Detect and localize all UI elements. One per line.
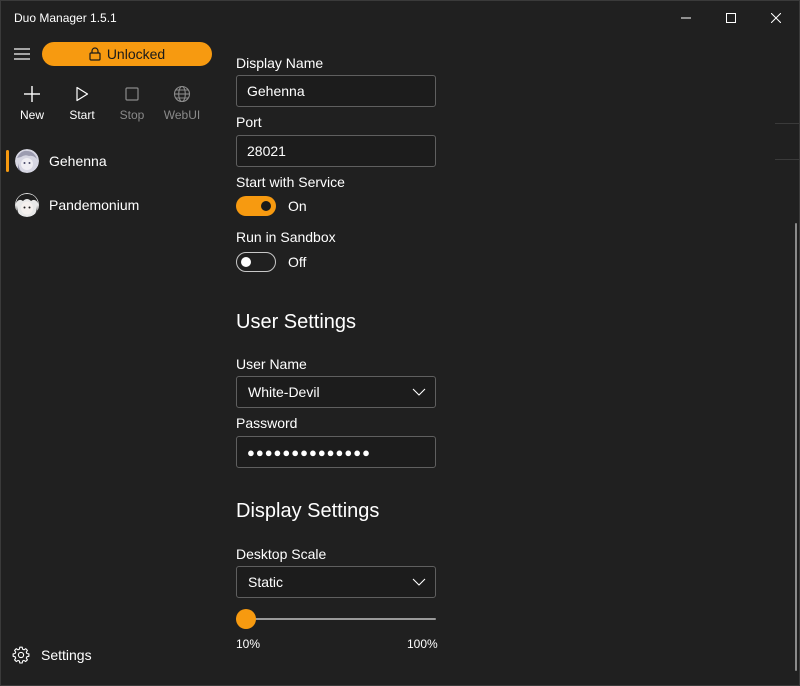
webui-button[interactable]: WebUI: [157, 83, 207, 127]
settings-button[interactable]: Settings: [12, 646, 92, 664]
minimize-icon: [681, 17, 691, 19]
stop-label: Stop: [119, 108, 145, 122]
server-item-gehenna[interactable]: Gehenna: [1, 139, 222, 183]
desktop-scale-dropdown[interactable]: Static: [236, 566, 436, 598]
new-server-button[interactable]: New: [7, 83, 57, 127]
slider-track: [236, 618, 436, 620]
server-toolbar: New Start Stop WebUI: [7, 83, 207, 127]
port-field[interactable]: 28021: [236, 135, 436, 167]
toggle-knob: [241, 257, 251, 267]
lock-label: Unlocked: [106, 46, 166, 62]
window-title: Duo Manager 1.5.1: [14, 11, 117, 25]
settings-label: Settings: [41, 647, 92, 663]
maximize-icon: [726, 13, 736, 23]
stop-server-button[interactable]: Stop: [107, 83, 157, 127]
start-with-service-toggle[interactable]: [236, 196, 276, 216]
start-with-service-row: On: [236, 196, 307, 216]
vertical-scrollbar[interactable]: [795, 223, 797, 671]
port-value: 28021: [247, 143, 286, 159]
avatar: [15, 149, 39, 173]
chevron-down-icon: [412, 388, 426, 396]
desktop-scale-value: Static: [248, 574, 284, 590]
toggle-knob: [261, 201, 271, 211]
close-icon: [771, 13, 781, 23]
gear-icon: [12, 646, 30, 664]
run-in-sandbox-state: Off: [288, 254, 307, 270]
stop-icon: [125, 83, 139, 105]
server-list: Gehenna Pandemonium: [1, 139, 222, 227]
unlock-icon: [89, 47, 101, 61]
password-label: Password: [236, 415, 298, 431]
sidebar: Unlocked New Start Stop WebUI Gehenna Pa…: [1, 35, 222, 685]
display-name-value: Gehenna: [247, 83, 305, 99]
password-value: ●●●●●●●●●●●●●●: [247, 444, 371, 460]
webui-label: WebUI: [163, 108, 201, 122]
port-label: Port: [236, 114, 262, 130]
play-icon: [75, 83, 89, 105]
hamburger-icon: [14, 48, 30, 60]
run-in-sandbox-toggle[interactable]: [236, 252, 276, 272]
slider-max-label: 100%: [407, 637, 438, 651]
user-name-value: White-Devil: [248, 384, 320, 400]
maximize-button[interactable]: [708, 1, 754, 35]
desktop-scale-slider[interactable]: [236, 608, 436, 630]
display-name-field[interactable]: Gehenna: [236, 75, 436, 107]
run-in-sandbox-label: Run in Sandbox: [236, 229, 336, 245]
new-label: New: [19, 108, 44, 122]
server-name: Gehenna: [49, 153, 107, 169]
slider-thumb[interactable]: [236, 609, 256, 629]
display-settings-heading: Display Settings: [236, 500, 380, 522]
desktop-scale-label: Desktop Scale: [236, 546, 327, 562]
divider: [775, 159, 799, 160]
server-item-pandemonium[interactable]: Pandemonium: [1, 183, 222, 227]
start-label: Start: [69, 108, 95, 122]
close-button[interactable]: [753, 1, 799, 35]
lock-toggle-button[interactable]: Unlocked: [42, 42, 212, 66]
run-in-sandbox-row: Off: [236, 252, 306, 272]
app-window: Duo Manager 1.5.1 Unlocked New Start Sto…: [0, 0, 800, 686]
plus-icon: [23, 83, 41, 105]
user-name-label: User Name: [236, 356, 307, 372]
server-name: Pandemonium: [49, 197, 140, 213]
start-server-button[interactable]: Start: [57, 83, 107, 127]
chevron-down-icon: [412, 578, 426, 586]
menu-button[interactable]: [9, 43, 35, 65]
title-bar: Duo Manager 1.5.1: [1, 1, 799, 35]
user-name-dropdown[interactable]: White-Devil: [236, 376, 436, 408]
avatar: [15, 193, 39, 217]
minimize-button[interactable]: [663, 1, 709, 35]
start-with-service-state: On: [288, 198, 307, 214]
slider-min-label: 10%: [236, 637, 261, 651]
password-field[interactable]: ●●●●●●●●●●●●●●: [236, 436, 436, 468]
divider: [775, 123, 799, 124]
globe-icon: [173, 83, 191, 105]
display-name-label: Display Name: [236, 55, 324, 71]
server-settings-panel: Display Name Gehenna Port 28021 Start wi…: [222, 35, 799, 685]
user-settings-heading: User Settings: [236, 311, 357, 333]
start-with-service-label: Start with Service: [236, 174, 345, 190]
